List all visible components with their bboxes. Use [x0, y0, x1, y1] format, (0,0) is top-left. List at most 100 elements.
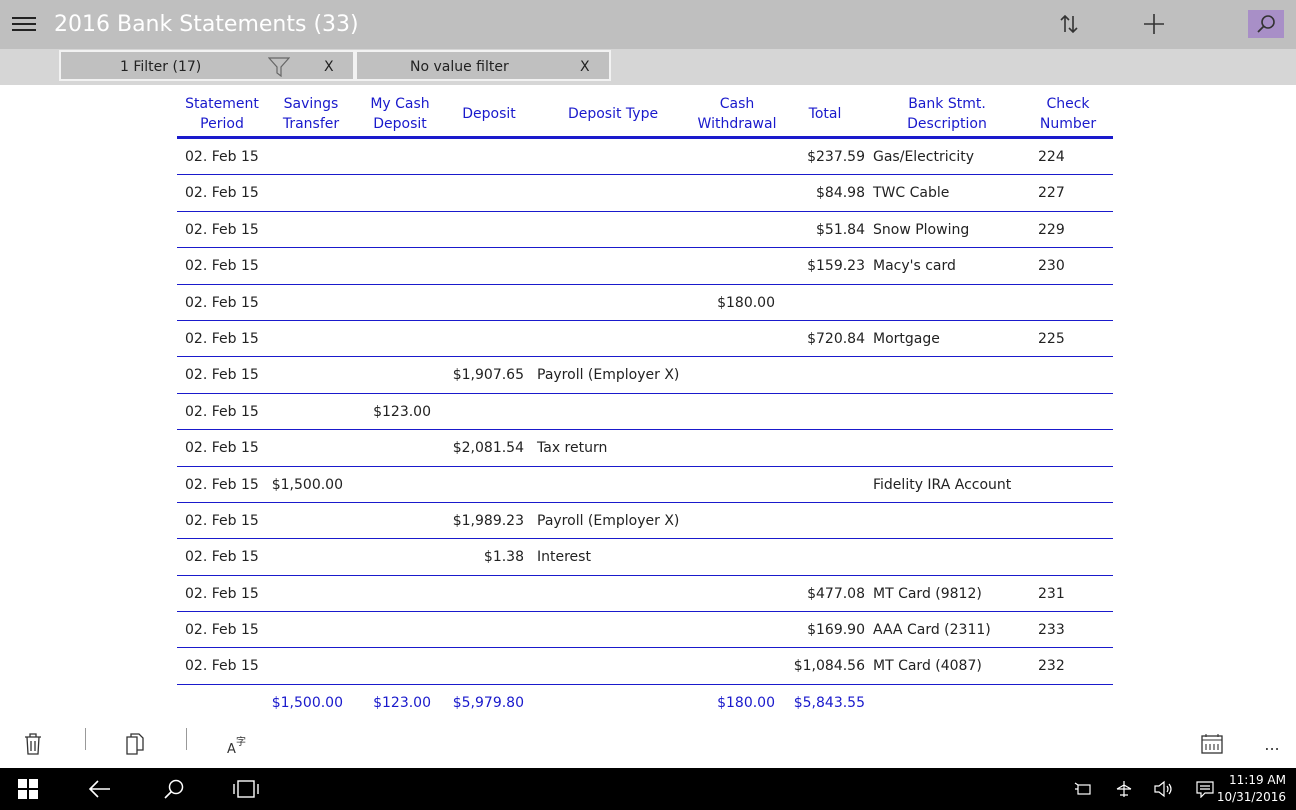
column-header[interactable]: Deposit Type — [553, 104, 673, 124]
table-cell: TWC Cable — [873, 185, 950, 202]
column-header[interactable]: Bank Stmt. Description — [887, 94, 1007, 134]
table-cell: 02. Feb 15 — [185, 221, 259, 238]
tablet-mode-icon[interactable] — [1072, 778, 1094, 800]
windows-logo-icon — [18, 779, 38, 799]
table-cell: 02. Feb 15 — [185, 294, 259, 311]
add-button[interactable] — [1137, 8, 1171, 40]
table-cell: $123.00 — [373, 694, 431, 711]
column-header-line: Total — [808, 106, 842, 122]
action-center-icon[interactable] — [1194, 778, 1216, 800]
table-row[interactable]: 02. Feb 15 $1.38 Interest — [177, 539, 1113, 576]
font-icon: A 字 — [227, 735, 246, 755]
copy-button[interactable] — [119, 728, 151, 760]
table-header: Statement Period Savings Transfer My Cash Dep… — [177, 88, 1113, 139]
table-row[interactable]: 02. Feb 15 $123.00 — [177, 394, 1113, 431]
table-cell: 02. Feb 15 — [185, 549, 259, 566]
table-cell: AAA Card (2311) — [873, 622, 991, 639]
search-icon — [1257, 15, 1275, 33]
column-header-line: Check — [1046, 96, 1090, 112]
filter-chip-2[interactable]: No value filter X — [355, 50, 611, 81]
table-cell: $1,989.23 — [452, 512, 524, 529]
hamburger-menu-icon[interactable] — [12, 13, 36, 35]
table-cell: 02. Feb 15 — [185, 403, 259, 420]
taskbar: 11:19 AM 10/31/2016 — [0, 768, 1296, 810]
calendar-icon — [1201, 734, 1223, 754]
copy-icon — [126, 733, 144, 755]
table-cell: $180.00 — [717, 694, 775, 711]
table-row[interactable]: 02. Feb 15 $237.59 Gas/Electricity 224 — [177, 139, 1113, 176]
system-clock[interactable]: 11:19 AM 10/31/2016 — [1217, 772, 1286, 806]
table-cell: 02. Feb 15 — [185, 440, 259, 457]
table-cell: 02. Feb 15 — [185, 476, 259, 493]
table-cell: 02. Feb 15 — [185, 149, 259, 165]
table-cell: Tax return — [537, 440, 608, 457]
filter-chip-close[interactable]: X — [324, 59, 334, 75]
table-cell: $1,907.65 — [452, 367, 524, 384]
table-cell: 233 — [1038, 622, 1065, 639]
table-cell: $1,500.00 — [271, 476, 343, 493]
table-row[interactable]: 02. Feb 15 $720.84 Mortgage 225 — [177, 321, 1113, 358]
table-cell: 02. Feb 15 — [185, 622, 259, 639]
table-cell: Interest — [537, 549, 591, 566]
table-row[interactable]: 02. Feb 15 $1,989.23 Payroll (Employer X) — [177, 503, 1113, 540]
table-row[interactable]: 02. Feb 15 $1,907.65 Payroll (Employer X) — [177, 357, 1113, 394]
table-row[interactable]: 02. Feb 15 $1,084.56 MT Card (4087) 232 — [177, 648, 1113, 685]
table-cell: 232 — [1038, 658, 1065, 675]
table-cell: 02. Feb 15 — [185, 658, 259, 675]
cortana-search-button[interactable] — [156, 774, 192, 804]
airplane-mode-icon[interactable] — [1113, 778, 1135, 800]
table-row[interactable]: 02. Feb 15 $180.00 — [177, 285, 1113, 321]
calendar-button[interactable] — [1196, 728, 1228, 760]
column-header[interactable]: Total — [765, 104, 885, 124]
table-cell: 02. Feb 15 — [185, 367, 259, 384]
table-row[interactable]: 02. Feb 15 $169.90 AAA Card (2311) 233 — [177, 612, 1113, 649]
filter-chip-close[interactable]: X — [580, 59, 590, 75]
search-button[interactable] — [1248, 10, 1284, 38]
divider — [85, 728, 86, 750]
more-icon[interactable]: ... — [1256, 728, 1288, 760]
start-button[interactable] — [10, 774, 46, 804]
table-cell: 02. Feb 15 — [185, 512, 259, 529]
column-header-line: Bank Stmt. — [908, 96, 986, 112]
font-size-button[interactable]: A 字 — [221, 728, 253, 760]
title-bar: 2016 Bank Statements (33) — [0, 0, 1296, 49]
table-row[interactable]: 02. Feb 15 $51.84 Snow Plowing 229 — [177, 212, 1113, 249]
table-row[interactable]: 02. Feb 15 $84.98 TWC Cable 227 — [177, 175, 1113, 212]
column-header-line: Deposit — [462, 106, 516, 122]
trash-icon — [25, 733, 41, 755]
table-cell: Payroll (Employer X) — [537, 512, 680, 529]
back-button[interactable] — [82, 774, 118, 804]
table-row[interactable]: 02. Feb 15 $2,081.54 Tax return — [177, 430, 1113, 467]
table-cell: $1.38 — [483, 549, 524, 566]
task-view-button[interactable] — [228, 774, 264, 804]
column-header[interactable]: Check Number — [1008, 94, 1128, 134]
table-cell: Payroll (Employer X) — [537, 367, 680, 384]
volume-icon[interactable] — [1153, 778, 1175, 800]
back-arrow-icon — [88, 780, 110, 798]
table-cell: $169.90 — [807, 622, 865, 639]
table-cell: 227 — [1038, 185, 1065, 202]
clock-time: 11:19 AM — [1229, 773, 1286, 787]
table-row[interactable]: 02. Feb 15 $159.23 Macy's card 230 — [177, 248, 1113, 285]
filter-chip-label: No value filter — [410, 59, 509, 75]
filter-bar: 1 Filter (17) X No value filter X — [0, 49, 1296, 85]
column-header[interactable]: Deposit — [429, 104, 549, 124]
command-bar: A 字 ... — [0, 722, 1296, 768]
funnel-icon — [268, 57, 290, 77]
table-cell: $237.59 — [807, 149, 865, 165]
statements-table: Statement Period Savings Transfer My Cash Dep… — [177, 88, 1113, 721]
table-cell: $123.00 — [373, 403, 431, 420]
table-cell: Gas/Electricity — [873, 149, 974, 165]
totals-row: $1,500.00 $123.00 $5,979.80 $180.00 $5,843.5… — [177, 685, 1113, 721]
table-row[interactable]: 02. Feb 15 $1,500.00 Fidelity IRA Account — [177, 467, 1113, 503]
table-cell: 225 — [1038, 330, 1065, 347]
table-cell: $1,084.56 — [793, 658, 865, 675]
sort-button[interactable] — [1052, 8, 1086, 40]
table-cell: $1,500.00 — [271, 694, 343, 711]
svg-text:字: 字 — [236, 735, 246, 748]
sort-icon — [1060, 14, 1078, 34]
delete-button[interactable] — [17, 728, 49, 760]
filter-chip-1[interactable]: 1 Filter (17) X — [59, 50, 355, 81]
table-row[interactable]: 02. Feb 15 $477.08 MT Card (9812) 231 — [177, 576, 1113, 613]
table-cell: 231 — [1038, 585, 1065, 602]
